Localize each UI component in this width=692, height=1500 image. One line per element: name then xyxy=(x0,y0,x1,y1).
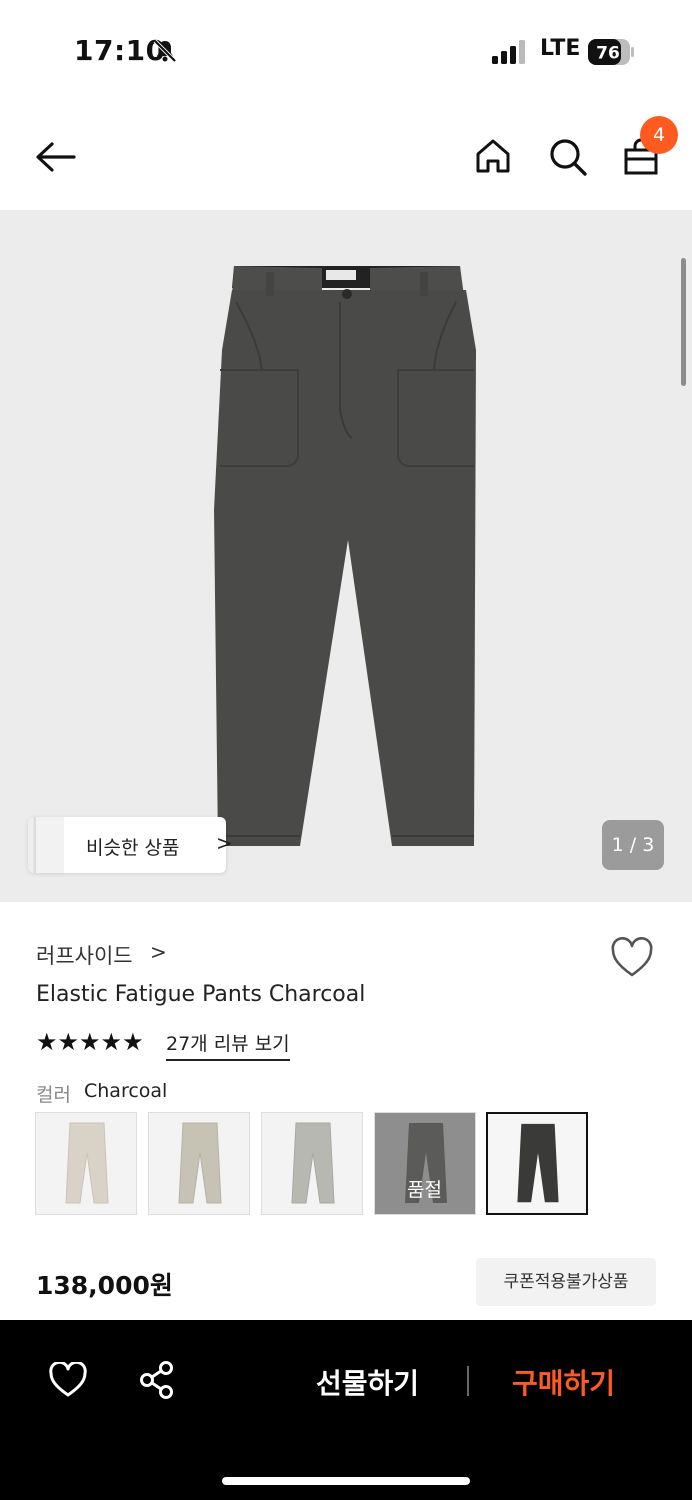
cart-count-badge: 4 xyxy=(640,116,678,154)
reviews-link[interactable]: 27개 리뷰 보기 xyxy=(166,1029,290,1061)
arrow-left-icon[interactable] xyxy=(34,140,78,174)
brand-link[interactable]: 러프사이드 xyxy=(36,940,133,970)
swatch-pants-image xyxy=(65,1122,109,1204)
sold-out-label: 품절 xyxy=(407,1179,442,1201)
color-swatch[interactable] xyxy=(35,1112,137,1215)
battery-level: 76 xyxy=(596,44,620,64)
battery-icon: 76 xyxy=(588,39,634,65)
buy-button[interactable]: 구매하기 xyxy=(512,1362,615,1402)
heart-icon[interactable] xyxy=(610,937,654,979)
product-price: 138,000원 xyxy=(36,1271,173,1300)
color-swatch[interactable] xyxy=(148,1112,250,1215)
product-image-gallery[interactable] xyxy=(0,210,692,902)
network-type: LTE xyxy=(540,36,581,61)
swatch-pants-image xyxy=(178,1122,222,1204)
color-swatch-sold-out[interactable]: 품절 xyxy=(374,1112,476,1215)
home-indicator[interactable] xyxy=(222,1477,470,1485)
chevron-right-icon[interactable]: > xyxy=(150,940,167,964)
star-rating: ★★★★★ xyxy=(36,1028,144,1056)
coupon-badge: 쿠폰적용불가상품 xyxy=(476,1258,656,1306)
product-image xyxy=(214,266,476,846)
image-pager: 1 / 3 xyxy=(602,820,664,870)
color-swatch-selected[interactable] xyxy=(486,1112,588,1215)
swatch-pants-image xyxy=(517,1123,559,1203)
top-nav xyxy=(0,100,692,210)
bottom-action-bar xyxy=(0,1320,692,1500)
status-bar: 17:10 LTE 76 xyxy=(0,0,692,100)
similar-products-button[interactable]: 비슷한 상품 > xyxy=(28,817,233,873)
signal-icon xyxy=(492,40,525,64)
chevron-right-icon: > xyxy=(216,831,233,855)
search-icon[interactable] xyxy=(548,137,588,177)
similar-product-thumbnail xyxy=(28,817,64,873)
bell-muted-icon xyxy=(153,39,177,63)
scrollbar[interactable] xyxy=(681,258,686,386)
heart-icon[interactable] xyxy=(48,1362,88,1398)
color-label: 컬러 xyxy=(36,1084,71,1106)
product-name: Elastic Fatigue Pants Charcoal xyxy=(36,982,366,1007)
divider xyxy=(467,1366,469,1396)
share-icon[interactable] xyxy=(138,1360,176,1400)
swatch-pants-image xyxy=(291,1122,335,1204)
similar-products-label: 비슷한 상품 xyxy=(86,837,180,859)
gift-button[interactable]: 선물하기 xyxy=(316,1362,419,1402)
color-swatch[interactable] xyxy=(261,1112,363,1215)
home-icon[interactable] xyxy=(474,137,512,175)
selected-color: Charcoal xyxy=(84,1080,168,1102)
